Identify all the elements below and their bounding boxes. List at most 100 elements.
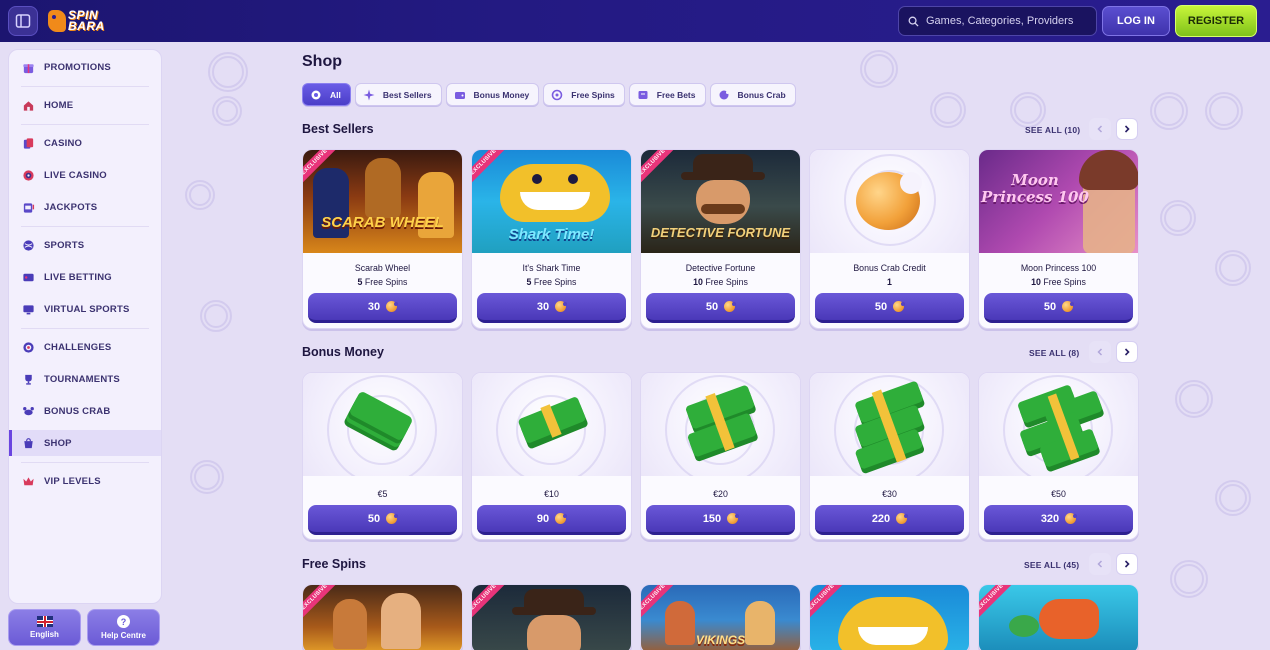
sidebar-item-home[interactable]: HOME [9, 92, 161, 118]
item-detail: 1 [887, 277, 892, 287]
see-all-link[interactable]: SEE ALL (45) [1024, 560, 1079, 570]
sidebar-item-shop[interactable]: SHOP [9, 430, 161, 456]
sidebar-item-tournaments[interactable]: TOURNAMENTS [9, 366, 161, 392]
sidebar-divider [21, 124, 149, 125]
shop-card[interactable]: VIKINGS EXCLUSIVE [640, 584, 801, 650]
carousel-next-button[interactable] [1116, 118, 1138, 140]
game-art-title: DETECTIVE FORTUNE [650, 225, 791, 240]
filter-chip-bonus-crab[interactable]: Bonus Crab [709, 83, 796, 106]
filter-chips: All Best Sellers Bonus Money Free Spins … [302, 83, 796, 106]
game-thumbnail: EXCLUSIVE [472, 585, 631, 650]
shop-card[interactable]: EXCLUSIVE [809, 584, 970, 650]
carousel-prev-button[interactable] [1089, 341, 1111, 363]
sidebar-divider [21, 226, 149, 227]
game-thumbnail: VIKINGS EXCLUSIVE [641, 585, 800, 650]
item-name: €30 [882, 489, 897, 499]
ticket-icon [637, 89, 649, 101]
roulette-icon [22, 169, 35, 182]
filter-chip-best-sellers[interactable]: Best Sellers [354, 83, 442, 106]
gift-icon [22, 61, 35, 74]
carousel-next-button[interactable] [1116, 341, 1138, 363]
shop-card[interactable]: €20 150 [640, 372, 801, 540]
shop-card[interactable]: Moon Princess 100 Moon Princess 100 10 F… [978, 149, 1139, 329]
sidebar-item-label: SHOP [44, 437, 72, 449]
sidebar-item-casino[interactable]: CASINO [9, 130, 161, 156]
item-name: €5 [377, 489, 388, 499]
slot-icon [22, 201, 35, 214]
sidebar-item-jackpots[interactable]: JACKPOTS [9, 194, 161, 220]
section-title-free-spins: Free Spins [302, 557, 366, 571]
buy-button[interactable]: 50 [646, 293, 795, 323]
filter-chip-label: Free Spins [571, 89, 615, 100]
sidebar-item-label: JACKPOTS [44, 201, 98, 213]
shop-card[interactable]: €5 50 [302, 372, 463, 540]
coin-icon [727, 513, 740, 524]
sidebar-toggle-button[interactable] [8, 6, 38, 36]
shop-card[interactable]: EXCLUSIVE [302, 584, 463, 650]
item-detail: 10 Free Spins [1031, 277, 1086, 287]
login-button[interactable]: LOG IN [1102, 6, 1170, 36]
buy-button[interactable]: 50 [984, 293, 1133, 323]
sidebar-item-live-casino[interactable]: LIVE CASINO [9, 162, 161, 188]
game-thumbnail: Shark Time! EXCLUSIVE [472, 150, 631, 253]
carousel-next-button[interactable] [1116, 553, 1138, 575]
buy-button[interactable]: 320 [984, 505, 1133, 535]
game-thumbnail: EXCLUSIVE [303, 585, 462, 650]
crab-icon [22, 405, 35, 418]
sidebar-item-sports[interactable]: SPORTS [9, 232, 161, 258]
sidebar-item-challenges[interactable]: CHALLENGES [9, 334, 161, 360]
shop-card[interactable]: EXCLUSIVE [471, 584, 632, 650]
buy-button[interactable]: 90 [477, 505, 626, 535]
carousel-prev-button[interactable] [1089, 553, 1111, 575]
logo[interactable]: SPIN BARA [48, 6, 120, 36]
shop-card[interactable]: EXCLUSIVE [978, 584, 1139, 650]
item-name: €50 [1051, 489, 1066, 499]
help-icon: ? [117, 615, 130, 628]
top-bar: SPIN BARA LOG IN REGISTER [0, 0, 1270, 42]
shop-card[interactable]: Bonus Crab Credit 1 50 [809, 149, 970, 329]
shop-card[interactable]: €50 320 [978, 372, 1139, 540]
chevron-left-icon [1097, 348, 1103, 356]
language-button[interactable]: English [8, 609, 81, 646]
game-thumbnail: SCARAB WHEEL EXCLUSIVE [303, 150, 462, 253]
sidebar-item-virtual-sports[interactable]: VIRTUAL SPORTS [9, 296, 161, 322]
ball-icon [22, 239, 35, 252]
filter-chip-free-spins[interactable]: Free Spins [543, 83, 625, 106]
filter-chip-all[interactable]: All [302, 83, 351, 106]
see-all-link[interactable]: SEE ALL (8) [1029, 348, 1079, 358]
item-name: €20 [713, 489, 728, 499]
shop-icon [22, 437, 35, 450]
filter-chip-free-bets[interactable]: Free Bets [628, 83, 706, 106]
shop-card[interactable]: DETECTIVE FORTUNE EXCLUSIVE Detective Fo… [640, 149, 801, 329]
crab-coin-icon [718, 89, 730, 101]
sidebar-item-label: TOURNAMENTS [44, 373, 120, 385]
filter-chip-bonus-money[interactable]: Bonus Money [445, 83, 540, 106]
register-button[interactable]: REGISTER [1175, 5, 1257, 37]
sidebar-toggle-icon [15, 14, 31, 28]
see-all-link[interactable]: SEE ALL (10) [1025, 125, 1080, 135]
carousel-prev-button[interactable] [1089, 118, 1111, 140]
buy-button[interactable]: 50 [815, 293, 964, 323]
help-centre-button[interactable]: ? Help Centre [87, 609, 160, 646]
buy-button[interactable]: 30 [477, 293, 626, 323]
item-thumbnail [979, 373, 1138, 476]
page-title: Shop [302, 53, 342, 70]
buy-button[interactable]: 30 [308, 293, 457, 323]
shop-card[interactable]: SCARAB WHEEL EXCLUSIVE Scarab Wheel 5 Fr… [302, 149, 463, 329]
sidebar-item-bonus-crab[interactable]: BONUS CRAB [9, 398, 161, 424]
sidebar-item-vip-levels[interactable]: VIP LEVELS [9, 468, 161, 494]
sparkle-icon [363, 89, 375, 101]
search-input[interactable] [926, 15, 1086, 27]
shop-card[interactable]: €10 90 [471, 372, 632, 540]
buy-button[interactable]: 50 [308, 505, 457, 535]
sidebar-item-promotions[interactable]: PROMOTIONS [9, 54, 161, 80]
shop-card[interactable]: €30 220 [809, 372, 970, 540]
buy-button[interactable]: 220 [815, 505, 964, 535]
shop-card[interactable]: Shark Time! EXCLUSIVE It's Shark Time 5 … [471, 149, 632, 329]
buy-button[interactable]: 150 [646, 505, 795, 535]
sidebar-item-live-betting[interactable]: LIVE BETTING [9, 264, 161, 290]
all-icon [310, 89, 322, 101]
search-box[interactable] [898, 6, 1097, 36]
target-icon [22, 341, 35, 354]
exclusive-badge: EXCLUSIVE [979, 585, 1017, 624]
